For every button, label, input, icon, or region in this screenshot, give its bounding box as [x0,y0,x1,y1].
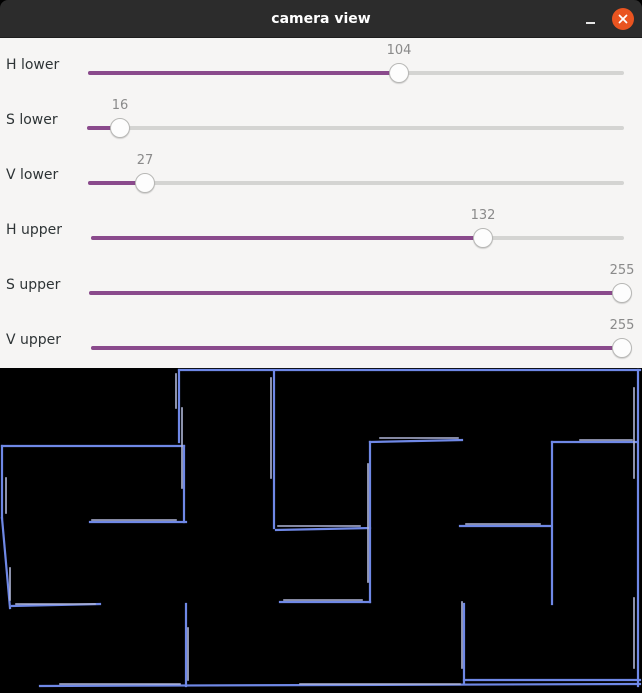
slider-track-h-lower[interactable] [88,71,624,75]
maze-mask-image [0,368,642,688]
slider-track-v-lower[interactable] [88,181,624,185]
title-bar: camera view [0,0,642,38]
slider-value-h-lower: 104 [386,43,412,58]
slider-handle-h-upper[interactable] [473,228,493,248]
slider-row-s-lower: S lower 16 [0,93,642,148]
slider-row-v-upper: V upper 255 [0,313,642,368]
slider-row-h-upper: H upper 132 [0,203,642,258]
slider-row-v-lower: V lower 27 [0,148,642,203]
slider-label-v-lower: V lower [6,167,59,183]
trackbar-panel: H lower 104 S lower 16 V lower 27 H uppe… [0,38,642,368]
minimize-icon [586,22,595,24]
slider-value-v-lower: 27 [136,153,154,168]
slider-handle-v-lower[interactable] [135,173,155,193]
slider-handle-s-upper[interactable] [612,283,632,303]
slider-value-s-lower: 16 [111,98,129,113]
camera-view-image [0,368,642,689]
slider-row-h-lower: H lower 104 [0,38,642,93]
slider-fill-h-upper [91,236,483,240]
close-icon [618,14,628,24]
window-title: camera view [271,11,371,27]
slider-track-v-upper[interactable] [91,346,624,350]
minimize-button[interactable] [580,8,602,30]
slider-label-h-lower: H lower [6,57,60,73]
slider-track-s-lower[interactable] [87,126,624,130]
slider-handle-h-lower[interactable] [389,63,409,83]
slider-label-s-lower: S lower [6,112,58,128]
slider-label-v-upper: V upper [6,332,62,348]
slider-fill-v-upper [91,346,622,350]
slider-value-h-upper: 132 [470,208,496,223]
slider-label-h-upper: H upper [6,222,62,238]
slider-fill-s-upper [89,291,622,295]
slider-label-s-upper: S upper [6,277,61,293]
slider-value-v-upper: 255 [609,318,635,333]
slider-fill-h-lower [88,71,399,75]
slider-value-s-upper: 255 [609,263,635,278]
slider-handle-v-upper[interactable] [612,338,632,358]
slider-handle-s-lower[interactable] [110,118,130,138]
slider-track-s-upper[interactable] [89,291,624,295]
close-button[interactable] [612,8,634,30]
slider-track-h-upper[interactable] [91,236,624,240]
slider-row-s-upper: S upper 255 [0,258,642,313]
